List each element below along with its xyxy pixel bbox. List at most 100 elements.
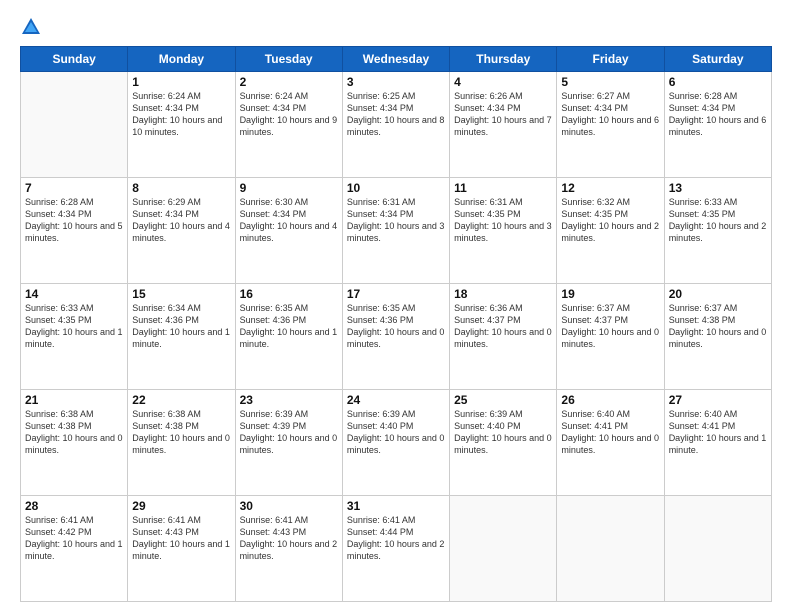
calendar-cell: 30Sunrise: 6:41 AM Sunset: 4:43 PM Dayli…: [235, 496, 342, 602]
calendar-cell: 28Sunrise: 6:41 AM Sunset: 4:42 PM Dayli…: [21, 496, 128, 602]
weekday-header-tuesday: Tuesday: [235, 47, 342, 72]
calendar-cell: 6Sunrise: 6:28 AM Sunset: 4:34 PM Daylig…: [664, 72, 771, 178]
day-number: 28: [25, 499, 123, 513]
weekday-header-monday: Monday: [128, 47, 235, 72]
logo: [20, 16, 46, 38]
day-info: Sunrise: 6:34 AM Sunset: 4:36 PM Dayligh…: [132, 302, 230, 351]
calendar-cell: 9Sunrise: 6:30 AM Sunset: 4:34 PM Daylig…: [235, 178, 342, 284]
calendar-cell: 18Sunrise: 6:36 AM Sunset: 4:37 PM Dayli…: [450, 284, 557, 390]
calendar-cell: 17Sunrise: 6:35 AM Sunset: 4:36 PM Dayli…: [342, 284, 449, 390]
day-info: Sunrise: 6:35 AM Sunset: 4:36 PM Dayligh…: [347, 302, 445, 351]
logo-icon: [20, 16, 42, 38]
day-info: Sunrise: 6:41 AM Sunset: 4:44 PM Dayligh…: [347, 514, 445, 563]
day-info: Sunrise: 6:39 AM Sunset: 4:40 PM Dayligh…: [347, 408, 445, 457]
day-number: 3: [347, 75, 445, 89]
day-info: Sunrise: 6:30 AM Sunset: 4:34 PM Dayligh…: [240, 196, 338, 245]
calendar-cell: 19Sunrise: 6:37 AM Sunset: 4:37 PM Dayli…: [557, 284, 664, 390]
calendar-cell: 31Sunrise: 6:41 AM Sunset: 4:44 PM Dayli…: [342, 496, 449, 602]
day-info: Sunrise: 6:26 AM Sunset: 4:34 PM Dayligh…: [454, 90, 552, 139]
day-info: Sunrise: 6:41 AM Sunset: 4:42 PM Dayligh…: [25, 514, 123, 563]
day-info: Sunrise: 6:24 AM Sunset: 4:34 PM Dayligh…: [132, 90, 230, 139]
calendar-cell: 5Sunrise: 6:27 AM Sunset: 4:34 PM Daylig…: [557, 72, 664, 178]
calendar-cell: 26Sunrise: 6:40 AM Sunset: 4:41 PM Dayli…: [557, 390, 664, 496]
calendar-cell: 10Sunrise: 6:31 AM Sunset: 4:34 PM Dayli…: [342, 178, 449, 284]
calendar-cell: 12Sunrise: 6:32 AM Sunset: 4:35 PM Dayli…: [557, 178, 664, 284]
calendar-week-5: 28Sunrise: 6:41 AM Sunset: 4:42 PM Dayli…: [21, 496, 772, 602]
day-number: 10: [347, 181, 445, 195]
day-info: Sunrise: 6:41 AM Sunset: 4:43 PM Dayligh…: [240, 514, 338, 563]
day-number: 31: [347, 499, 445, 513]
calendar-cell: 7Sunrise: 6:28 AM Sunset: 4:34 PM Daylig…: [21, 178, 128, 284]
day-info: Sunrise: 6:39 AM Sunset: 4:40 PM Dayligh…: [454, 408, 552, 457]
day-number: 23: [240, 393, 338, 407]
day-info: Sunrise: 6:40 AM Sunset: 4:41 PM Dayligh…: [669, 408, 767, 457]
calendar-cell: 22Sunrise: 6:38 AM Sunset: 4:38 PM Dayli…: [128, 390, 235, 496]
calendar-cell: [21, 72, 128, 178]
day-number: 11: [454, 181, 552, 195]
header: [20, 16, 772, 38]
day-info: Sunrise: 6:24 AM Sunset: 4:34 PM Dayligh…: [240, 90, 338, 139]
day-number: 6: [669, 75, 767, 89]
day-number: 22: [132, 393, 230, 407]
calendar-cell: 11Sunrise: 6:31 AM Sunset: 4:35 PM Dayli…: [450, 178, 557, 284]
day-number: 13: [669, 181, 767, 195]
day-info: Sunrise: 6:33 AM Sunset: 4:35 PM Dayligh…: [669, 196, 767, 245]
calendar-week-2: 7Sunrise: 6:28 AM Sunset: 4:34 PM Daylig…: [21, 178, 772, 284]
calendar-cell: 23Sunrise: 6:39 AM Sunset: 4:39 PM Dayli…: [235, 390, 342, 496]
day-number: 19: [561, 287, 659, 301]
day-number: 4: [454, 75, 552, 89]
weekday-header-row: SundayMondayTuesdayWednesdayThursdayFrid…: [21, 47, 772, 72]
calendar-cell: 14Sunrise: 6:33 AM Sunset: 4:35 PM Dayli…: [21, 284, 128, 390]
day-info: Sunrise: 6:41 AM Sunset: 4:43 PM Dayligh…: [132, 514, 230, 563]
day-info: Sunrise: 6:27 AM Sunset: 4:34 PM Dayligh…: [561, 90, 659, 139]
calendar-cell: 13Sunrise: 6:33 AM Sunset: 4:35 PM Dayli…: [664, 178, 771, 284]
calendar-cell: 25Sunrise: 6:39 AM Sunset: 4:40 PM Dayli…: [450, 390, 557, 496]
day-info: Sunrise: 6:40 AM Sunset: 4:41 PM Dayligh…: [561, 408, 659, 457]
calendar-cell: 29Sunrise: 6:41 AM Sunset: 4:43 PM Dayli…: [128, 496, 235, 602]
calendar-cell: 16Sunrise: 6:35 AM Sunset: 4:36 PM Dayli…: [235, 284, 342, 390]
calendar-cell: 21Sunrise: 6:38 AM Sunset: 4:38 PM Dayli…: [21, 390, 128, 496]
day-number: 18: [454, 287, 552, 301]
weekday-header-thursday: Thursday: [450, 47, 557, 72]
day-info: Sunrise: 6:37 AM Sunset: 4:38 PM Dayligh…: [669, 302, 767, 351]
day-number: 14: [25, 287, 123, 301]
day-info: Sunrise: 6:32 AM Sunset: 4:35 PM Dayligh…: [561, 196, 659, 245]
day-number: 2: [240, 75, 338, 89]
calendar-cell: 27Sunrise: 6:40 AM Sunset: 4:41 PM Dayli…: [664, 390, 771, 496]
day-info: Sunrise: 6:31 AM Sunset: 4:34 PM Dayligh…: [347, 196, 445, 245]
day-info: Sunrise: 6:35 AM Sunset: 4:36 PM Dayligh…: [240, 302, 338, 351]
calendar-cell: 4Sunrise: 6:26 AM Sunset: 4:34 PM Daylig…: [450, 72, 557, 178]
calendar-cell: 8Sunrise: 6:29 AM Sunset: 4:34 PM Daylig…: [128, 178, 235, 284]
weekday-header-friday: Friday: [557, 47, 664, 72]
day-info: Sunrise: 6:31 AM Sunset: 4:35 PM Dayligh…: [454, 196, 552, 245]
calendar-week-4: 21Sunrise: 6:38 AM Sunset: 4:38 PM Dayli…: [21, 390, 772, 496]
day-number: 9: [240, 181, 338, 195]
calendar-cell: 20Sunrise: 6:37 AM Sunset: 4:38 PM Dayli…: [664, 284, 771, 390]
calendar-cell: [557, 496, 664, 602]
weekday-header-sunday: Sunday: [21, 47, 128, 72]
day-info: Sunrise: 6:38 AM Sunset: 4:38 PM Dayligh…: [132, 408, 230, 457]
day-number: 17: [347, 287, 445, 301]
calendar-table: SundayMondayTuesdayWednesdayThursdayFrid…: [20, 46, 772, 602]
calendar-cell: [664, 496, 771, 602]
calendar-cell: 3Sunrise: 6:25 AM Sunset: 4:34 PM Daylig…: [342, 72, 449, 178]
calendar-cell: [450, 496, 557, 602]
day-number: 15: [132, 287, 230, 301]
day-info: Sunrise: 6:33 AM Sunset: 4:35 PM Dayligh…: [25, 302, 123, 351]
day-info: Sunrise: 6:37 AM Sunset: 4:37 PM Dayligh…: [561, 302, 659, 351]
day-info: Sunrise: 6:25 AM Sunset: 4:34 PM Dayligh…: [347, 90, 445, 139]
calendar-week-3: 14Sunrise: 6:33 AM Sunset: 4:35 PM Dayli…: [21, 284, 772, 390]
day-info: Sunrise: 6:28 AM Sunset: 4:34 PM Dayligh…: [25, 196, 123, 245]
day-number: 30: [240, 499, 338, 513]
weekday-header-wednesday: Wednesday: [342, 47, 449, 72]
day-info: Sunrise: 6:36 AM Sunset: 4:37 PM Dayligh…: [454, 302, 552, 351]
calendar-week-1: 1Sunrise: 6:24 AM Sunset: 4:34 PM Daylig…: [21, 72, 772, 178]
day-info: Sunrise: 6:28 AM Sunset: 4:34 PM Dayligh…: [669, 90, 767, 139]
day-number: 1: [132, 75, 230, 89]
day-number: 7: [25, 181, 123, 195]
calendar-cell: 24Sunrise: 6:39 AM Sunset: 4:40 PM Dayli…: [342, 390, 449, 496]
weekday-header-saturday: Saturday: [664, 47, 771, 72]
day-info: Sunrise: 6:39 AM Sunset: 4:39 PM Dayligh…: [240, 408, 338, 457]
day-number: 8: [132, 181, 230, 195]
day-number: 27: [669, 393, 767, 407]
